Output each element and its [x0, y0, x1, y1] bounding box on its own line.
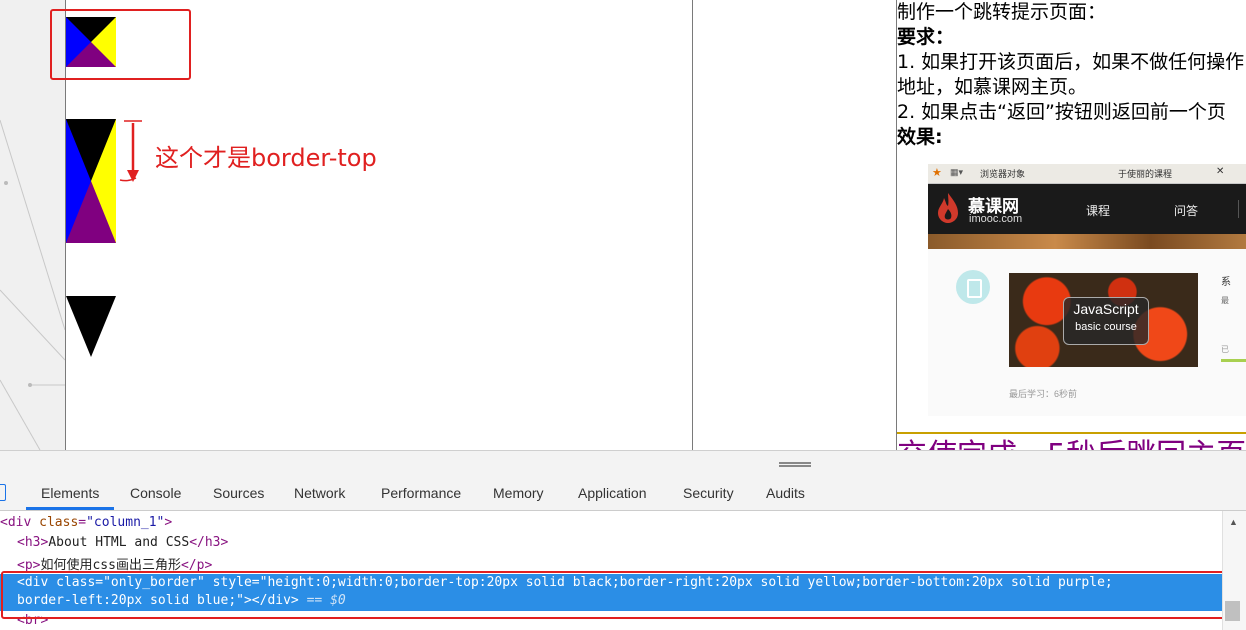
course-side-b: 最 [1221, 296, 1229, 305]
course-thumbnail: JavaScript basic course [1009, 273, 1198, 367]
favorites-star-icon: ★ [932, 167, 942, 179]
task-title: 制作一个跳转提示页面： [897, 1, 1107, 23]
last-study-time: 最后学习：6秒前 [1009, 389, 1078, 399]
highlight-box-code [1, 571, 1233, 619]
h3-text: About HTML and CSS [48, 535, 190, 550]
annotation-label: 这个才是border-top [155, 144, 377, 172]
node-attr-name: class [39, 515, 79, 530]
highlight-box-triangle [50, 9, 191, 80]
logo-domain: imooc.com [969, 213, 1023, 225]
site-header: 慕课网 imooc.com 课程 问答 [928, 184, 1246, 234]
tab-network[interactable]: Network [279, 476, 360, 510]
h3-open-tag: <h3> [17, 535, 49, 550]
dom-node-h3[interactable]: <h3>About HTML and CSS</h3> [17, 535, 228, 550]
inspect-element-icon[interactable] [0, 484, 6, 501]
node-tag: div [7, 515, 32, 530]
course-title: JavaScript [1073, 301, 1139, 317]
effect-screenshot: ★ ▦▾ 浏览器对象 于使丽的课程 ✕ 慕课网 imooc.com 课程 问答 … [928, 164, 1246, 416]
course-subtitle: basic course [1075, 321, 1137, 333]
scroll-thumb[interactable] [1225, 601, 1240, 621]
tab-application[interactable]: Application [563, 476, 662, 510]
dom-node-div-column[interactable]: <div class="column_1"> [0, 515, 172, 530]
requirement-1: 1. 如果打开该页面后，如果不做任何操作 [897, 51, 1245, 73]
h3-close-tag: </h3> [189, 535, 229, 550]
requirement-1-cont: 地址，如慕课网主页。 [897, 76, 1088, 98]
browser-tabbar: ★ ▦▾ 浏览器对象 于使丽的课程 ✕ [928, 164, 1246, 184]
redirect-message: 交使完成，5秒后跳回主页 [897, 430, 1246, 450]
flame-logo-icon [938, 193, 958, 223]
progress-bar [1221, 359, 1246, 362]
nav-qa: 问答 [1174, 204, 1199, 218]
tab-grid-icon: ▦▾ [950, 167, 964, 177]
tab-console[interactable]: Console [115, 476, 196, 510]
tab-security[interactable]: Security [668, 476, 749, 510]
tab-performance[interactable]: Performance [366, 476, 476, 510]
devtools-splitter[interactable] [0, 450, 1246, 477]
resize-grip-icon[interactable] [779, 462, 811, 467]
tab-audits[interactable]: Audits [751, 476, 820, 510]
tab-sources[interactable]: Sources [198, 476, 279, 510]
tab-elements[interactable]: Elements [26, 476, 115, 510]
tab-close-icon: ✕ [1216, 166, 1225, 177]
effect-label: 效果: [897, 126, 943, 148]
browser-tab-b: 于使丽的课程 [1118, 169, 1173, 179]
nav-divider [1238, 200, 1239, 218]
node-attr-value: "column_1" [86, 515, 165, 530]
scroll-up-icon[interactable]: ▲ [1229, 517, 1238, 527]
course-side-c: 已 [1221, 345, 1229, 354]
course-badge: JavaScript basic course [1063, 297, 1149, 345]
page-viewport: 这个才是border-top 制作一个跳转提示页面： 要求： 1. 如果打开该页… [0, 0, 1246, 450]
tab-memory[interactable]: Memory [478, 476, 559, 510]
requirements-label: 要求： [897, 26, 955, 48]
browser-tab-a: 浏览器对象 [980, 169, 1026, 179]
course-side-a: 系 [1221, 277, 1231, 288]
column-divider [692, 0, 693, 450]
triangle-demo-tall [66, 119, 116, 243]
header-banner [928, 234, 1246, 249]
nav-courses: 课程 [1086, 204, 1111, 218]
devtools-tabbar: Elements Console Sources Network Perform… [0, 476, 1246, 511]
course-book-icon [956, 270, 990, 304]
triangle-demo-down [66, 296, 116, 357]
elements-scrollbar[interactable]: ▲ [1222, 511, 1246, 630]
dimension-arrow-icon [119, 120, 142, 182]
course-area: JavaScript basic course 系 最 已 最后学习：6秒前 [928, 249, 1246, 416]
requirement-2: 2. 如果点击“返回”按钮则返回前一个页 [897, 101, 1226, 123]
